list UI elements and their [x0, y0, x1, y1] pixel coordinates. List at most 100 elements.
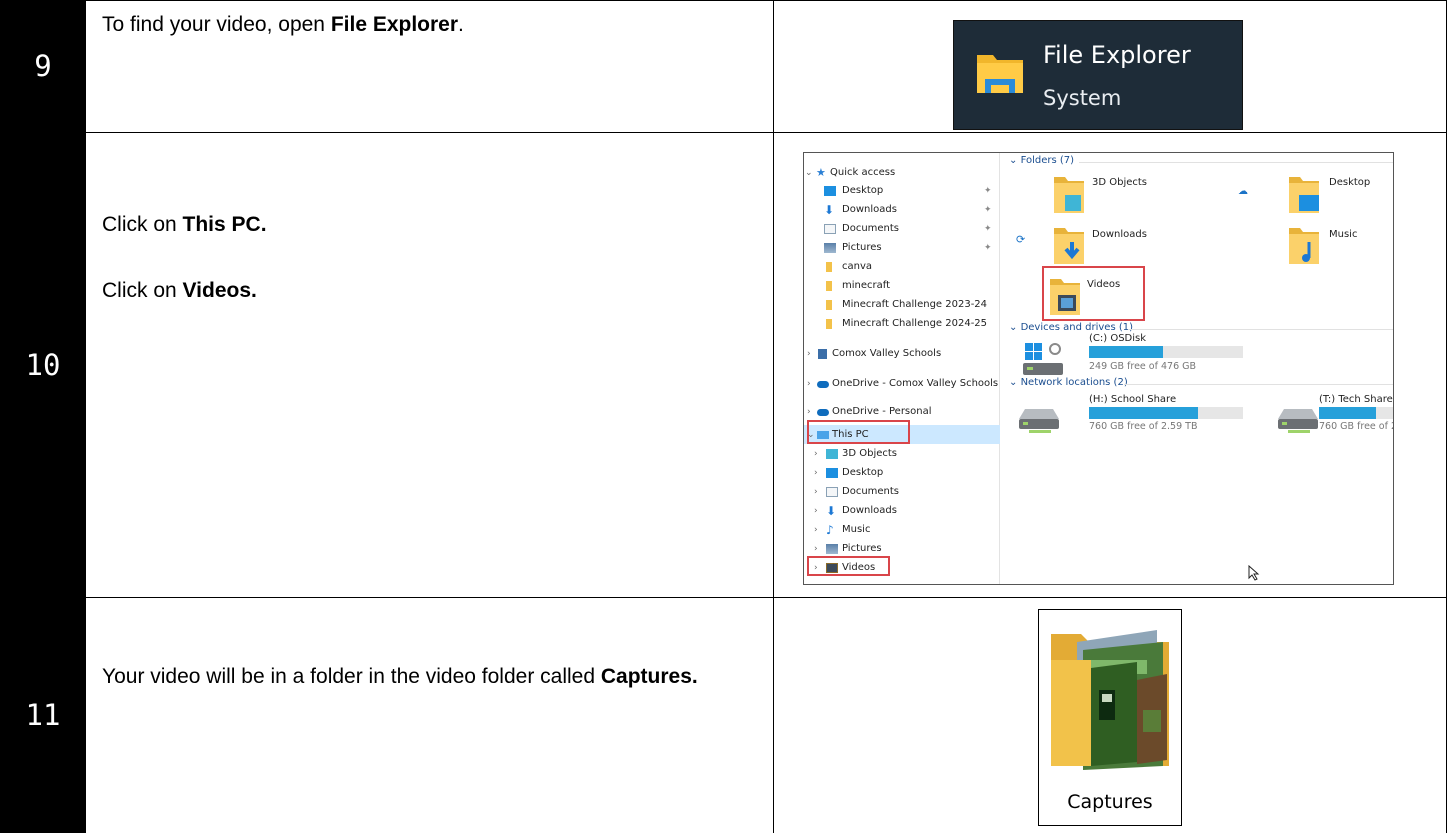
pin-icon: ✦: [984, 223, 992, 234]
captures-folder-icon: [1051, 630, 1169, 770]
network-group-header[interactable]: ⌄ Network locations (2): [1009, 377, 1128, 388]
drive-usage-fill: [1089, 346, 1163, 358]
drive-usage-fill: [1319, 407, 1376, 419]
videos-nav-highlight: [807, 556, 890, 576]
nav-onedrive-personal[interactable]: › OneDrive - Personal: [804, 402, 1000, 421]
pictures-icon: [826, 543, 838, 554]
mouse-cursor-icon: [1248, 565, 1260, 581]
navigation-pane: ⌄ ★ Quick access Desktop ✦ ⬇ Downloads ✦…: [804, 153, 1000, 584]
nav-item-minecraft-2024[interactable]: Minecraft Challenge 2024-25: [804, 314, 1000, 333]
tile-title: File Explorer: [1043, 41, 1191, 69]
chevron-right-icon: ›: [807, 378, 811, 389]
documents-icon: [826, 486, 838, 497]
building-icon: [818, 348, 827, 359]
cloud-icon: ☁: [1238, 186, 1248, 197]
download-arrow-icon: ⬇: [824, 202, 835, 217]
hard-drive-icon: [1023, 343, 1063, 375]
instruction-text: To find your video, open File Explorer.: [102, 13, 464, 36]
network-drive-icon: [1019, 409, 1059, 433]
sync-icon: ⟳: [1016, 233, 1026, 246]
instruction-text: Your video will be in a folder in the vi…: [102, 665, 698, 688]
desktop-icon: [824, 185, 836, 196]
nav-item-documents[interactable]: Documents ✦: [804, 219, 1000, 238]
nav-pc-3d-objects[interactable]: › 3D Objects: [804, 444, 1000, 463]
chevron-right-icon: ›: [814, 543, 818, 554]
file-explorer-tile[interactable]: File Explorer System: [953, 20, 1243, 130]
pin-icon: ✦: [984, 204, 992, 215]
music-folder-icon: [1289, 228, 1319, 264]
chevron-down-icon: ⌄: [1009, 377, 1021, 388]
step-row-11: 11 Your video will be in a folder in the…: [0, 597, 1447, 833]
nav-item-pictures[interactable]: Pictures ✦: [804, 238, 1000, 257]
nav-quick-access[interactable]: ⌄ ★ Quick access: [804, 163, 1000, 182]
folders-group-header[interactable]: ⌄ Folders (7): [1009, 155, 1074, 166]
step-row-10: 10 Click on This PC. Click on Videos. ⌄ …: [0, 132, 1447, 597]
chevron-right-icon: ›: [814, 467, 818, 478]
desktop-icon: [826, 467, 838, 478]
folder-icon: [826, 261, 832, 272]
step-number: 9: [0, 0, 86, 132]
nav-item-canva[interactable]: canva: [804, 257, 1000, 276]
nav-pc-music[interactable]: › ♪ Music: [804, 520, 1000, 539]
step-screenshot: File Explorer System: [774, 0, 1447, 132]
3d-objects-icon: [826, 448, 838, 459]
this-pc-highlight: [807, 420, 910, 444]
tile-subtitle: System: [1043, 86, 1122, 110]
chevron-right-icon: ›: [807, 406, 811, 417]
chevron-right-icon: ›: [814, 486, 818, 497]
network-drive-icon: [1278, 409, 1318, 433]
group-divider: [1124, 384, 1393, 385]
nav-item-minecraft-2023[interactable]: Minecraft Challenge 2023-24: [804, 295, 1000, 314]
captures-folder-label: Captures: [1067, 791, 1153, 813]
content-pane: ⌄ Folders (7) 3D Objects ☁ Desktop ⟳ Dow…: [1001, 153, 1393, 584]
drive-usage-bar: [1089, 407, 1243, 419]
chevron-right-icon: ›: [814, 448, 818, 459]
chevron-down-icon: ⌄: [805, 167, 813, 178]
drive-usage-bar: [1089, 346, 1243, 358]
chevron-right-icon: ›: [814, 524, 818, 535]
folder-icon: [826, 299, 832, 310]
nav-pc-downloads[interactable]: › ⬇ Downloads: [804, 501, 1000, 520]
step-row-9: 9 To find your video, open File Explorer…: [0, 0, 1447, 132]
step-number: 11: [0, 597, 86, 833]
nav-item-minecraft[interactable]: minecraft: [804, 276, 1000, 295]
chevron-down-icon: ⌄: [1009, 322, 1021, 333]
group-divider: [1129, 329, 1393, 330]
step-instructions: To find your video, open File Explorer.: [86, 0, 774, 132]
folder-icon: [826, 318, 832, 329]
step-screenshot: ⌄ ★ Quick access Desktop ✦ ⬇ Downloads ✦…: [774, 132, 1447, 597]
captures-folder-tile[interactable]: Captures: [1038, 609, 1182, 826]
cloud-icon: [817, 381, 829, 388]
download-arrow-icon: ⬇: [826, 503, 837, 518]
group-divider: [1079, 162, 1393, 163]
cloud-icon: [817, 409, 829, 416]
step-instructions: Click on This PC. Click on Videos.: [86, 132, 774, 597]
nav-item-desktop[interactable]: Desktop ✦: [804, 181, 1000, 200]
downloads-folder-icon: [1054, 228, 1084, 264]
star-icon: ★: [816, 165, 826, 179]
devices-group-header[interactable]: ⌄ Devices and drives (1): [1009, 322, 1133, 333]
step-screenshot: Captures: [774, 597, 1447, 833]
nav-pc-desktop[interactable]: › Desktop: [804, 463, 1000, 482]
pin-icon: ✦: [984, 185, 992, 196]
documents-icon: [824, 223, 836, 234]
step-instructions: Your video will be in a folder in the vi…: [86, 597, 774, 833]
nav-comox-valley-schools[interactable]: › Comox Valley Schools: [804, 344, 1000, 363]
file-explorer-icon: [977, 55, 1023, 93]
music-note-icon: ♪: [826, 522, 834, 537]
drive-usage-fill: [1089, 407, 1199, 419]
chevron-down-icon: ⌄: [1009, 155, 1021, 166]
pictures-icon: [824, 242, 836, 253]
step-number: 10: [0, 132, 86, 597]
chevron-right-icon: ›: [814, 505, 818, 516]
videos-folder-highlight: [1042, 266, 1145, 321]
folder-icon: [826, 280, 832, 291]
pin-icon: ✦: [984, 242, 992, 253]
3d-objects-folder-icon: [1054, 177, 1084, 213]
instruction-line-1: Click on This PC.: [102, 213, 267, 236]
nav-onedrive-cvs[interactable]: › OneDrive - Comox Valley Schools: [804, 374, 1000, 393]
nav-item-downloads[interactable]: ⬇ Downloads ✦: [804, 200, 1000, 219]
desktop-folder-icon: [1289, 177, 1319, 213]
drive-usage-bar: [1319, 407, 1393, 419]
nav-pc-documents[interactable]: › Documents: [804, 482, 1000, 501]
